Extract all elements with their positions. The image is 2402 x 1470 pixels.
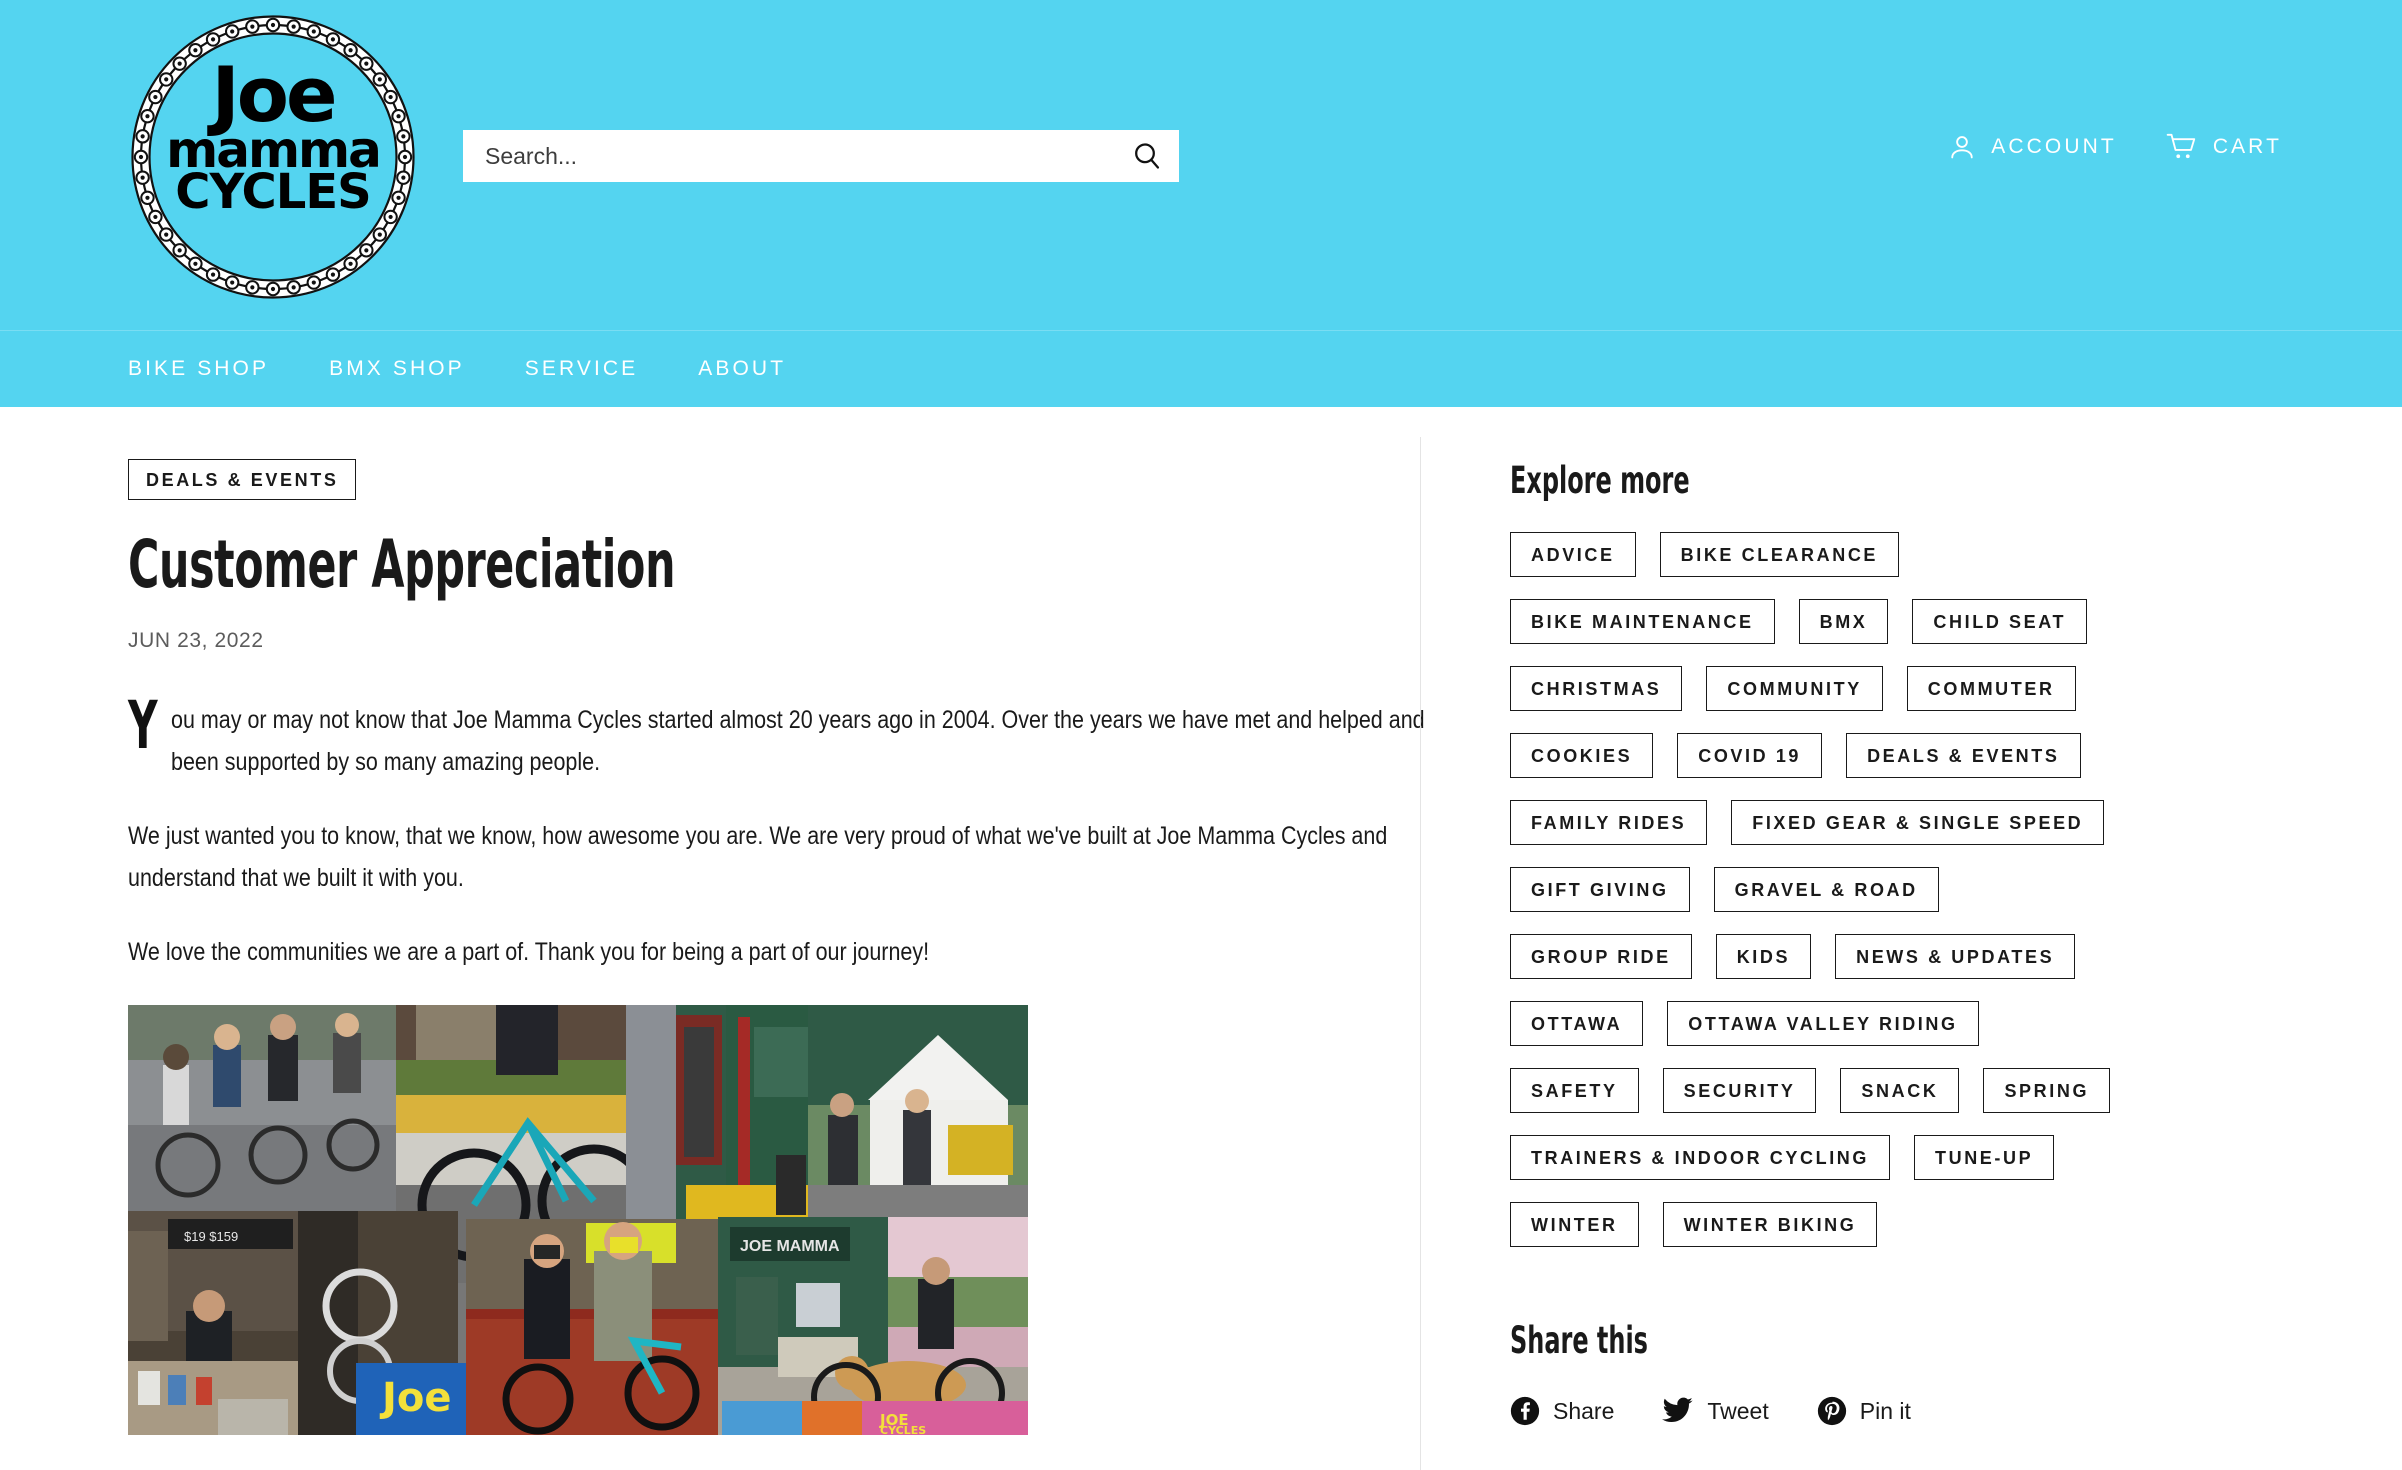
article-paragraph-1-text: ou may or may not know that Joe Mamma Cy… [171, 706, 1425, 777]
share-twitter-link[interactable]: Tweet [1662, 1396, 1769, 1426]
account-link[interactable]: ACCOUNT [1947, 132, 2117, 162]
tag-pill[interactable]: GROUP RIDE [1510, 934, 1692, 979]
tag-pill[interactable]: GIFT GIVING [1510, 867, 1690, 912]
tag-pill[interactable]: TRAINERS & INDOOR CYCLING [1510, 1135, 1891, 1180]
tag-pill[interactable]: COMMUNITY [1706, 666, 1883, 711]
nav-item-about[interactable]: ABOUT [698, 357, 786, 381]
tag-pill[interactable]: SAFETY [1510, 1068, 1639, 1113]
tag-pill[interactable]: TUNE-UP [1914, 1135, 2055, 1180]
tag-pill[interactable]: WINTER [1510, 1202, 1639, 1247]
header-actions: ACCOUNT CART [1947, 132, 2282, 162]
explore-more-heading: Explore more [1510, 459, 1690, 502]
search-icon [1135, 143, 1160, 169]
facebook-icon [1510, 1396, 1540, 1426]
photo-mural-strip: JOE CYCLES [722, 1401, 1028, 1436]
nav-item-bmx-shop[interactable]: BMX SHOP [329, 357, 465, 381]
account-label: ACCOUNT [1991, 135, 2117, 158]
tag-pill[interactable]: FIXED GEAR & SINGLE SPEED [1731, 800, 2105, 845]
share-facebook-label: Share [1553, 1397, 1615, 1424]
share-pinterest-link[interactable]: Pin it [1817, 1396, 1911, 1426]
tag-pill[interactable]: FAMILY RIDES [1510, 800, 1708, 845]
tag-pill[interactable]: GRAVEL & ROAD [1713, 867, 1939, 912]
article-date: JUN 23, 2022 [128, 629, 264, 653]
article-category-badge[interactable]: DEALS & EVENTS [128, 459, 357, 500]
collage-photo-mural-strip: JOE CYCLES [722, 1401, 1028, 1436]
tag-pill[interactable]: SECURITY [1662, 1068, 1817, 1113]
site-header: Joe mamma CYCLES ACCOUNT [0, 0, 2402, 330]
tag-pill[interactable]: WINTER BIKING [1662, 1202, 1878, 1247]
tag-pill[interactable]: BIKE MAINTENANCE [1510, 599, 1775, 644]
main-navigation: BIKE SHOP BMX SHOP SERVICE ABOUT [0, 330, 2402, 407]
twitter-icon [1662, 1397, 1694, 1422]
sidebar: Explore more ADVICE BIKE CLEARANCE BIKE MA… [1420, 407, 2402, 1470]
share-links: Share Tweet Pin it [1510, 1396, 2302, 1426]
tag-pill[interactable]: SPRING [1983, 1068, 2111, 1113]
collage-photo-two-riders [466, 1219, 728, 1436]
search-submit-button[interactable] [1115, 130, 1179, 182]
logo-line-1: Joe [211, 50, 337, 139]
article-paragraph-3: We love the communities we are a part of… [128, 938, 930, 967]
tag-pill[interactable]: KIDS [1715, 934, 1812, 979]
tag-pill[interactable]: OTTAWA VALLEY RIDING [1667, 1001, 1979, 1046]
tag-pill[interactable]: COMMUTER [1906, 666, 2076, 711]
share-facebook-link[interactable]: Share [1510, 1396, 1614, 1426]
article-paragraph-2: We just wanted you to know, that we know… [128, 822, 1388, 893]
tag-cloud: ADVICE BIKE CLEARANCE BIKE MAINTENANCE BMX C… [1510, 532, 2130, 1247]
cart-link[interactable]: CART [2165, 132, 2282, 162]
article-paragraph-1: You may or may not know that Joe Mamma C… [128, 687, 1470, 783]
logo-wordmark: Joe mamma CYCLES [128, 50, 418, 221]
tag-pill[interactable]: OTTAWA [1510, 1001, 1644, 1046]
svg-text:CYCLES: CYCLES [880, 1424, 926, 1435]
search-input[interactable] [463, 130, 1115, 182]
share-this-heading: Share this [1510, 1319, 1648, 1362]
tag-pill[interactable]: CHRISTMAS [1510, 666, 1683, 711]
tag-pill[interactable]: COVID 19 [1677, 733, 1823, 778]
page-title: Customer Appreciation [128, 526, 676, 603]
tag-pill[interactable]: NEWS & UPDATES [1835, 934, 2076, 979]
page-content: DEALS & EVENTS Customer Appreciation JUN… [0, 407, 2402, 1470]
article-body: You may or may not know that Joe Mamma C… [128, 687, 1473, 973]
tag-pill[interactable]: ADVICE [1510, 532, 1636, 577]
tag-pill[interactable]: BIKE CLEARANCE [1659, 532, 1900, 577]
nav-item-bike-shop[interactable]: BIKE SHOP [128, 357, 269, 381]
article-image-collage: $19 $159 Joe JOE MAMMA JOE CYCLES [128, 1005, 1028, 1436]
article-dropcap: Y [128, 687, 158, 765]
share-pinterest-label: Pin it [1859, 1397, 1911, 1424]
logo-line-3: CYCLES [175, 164, 371, 221]
article: DEALS & EVENTS Customer Appreciation JUN… [0, 407, 1425, 1436]
search-bar[interactable] [463, 130, 1179, 182]
tag-pill[interactable]: BMX [1798, 599, 1889, 644]
shopping-cart-icon [2166, 133, 2195, 159]
cart-label: CART [2212, 135, 2282, 158]
tag-pill[interactable]: DEALS & EVENTS [1846, 733, 2081, 778]
user-icon [1951, 136, 1973, 159]
site-logo[interactable]: Joe mamma CYCLES [128, 12, 418, 302]
svg-text:$19 $159: $19 $159 [184, 1229, 238, 1244]
tag-pill[interactable]: COOKIES [1510, 733, 1654, 778]
svg-text:JOE MAMMA: JOE MAMMA [740, 1238, 840, 1255]
photo-two-riders [466, 1219, 728, 1436]
svg-text:Joe: Joe [379, 1375, 452, 1421]
tag-pill[interactable]: CHILD SEAT [1912, 599, 2088, 644]
pinterest-icon [1817, 1396, 1846, 1426]
tag-pill[interactable]: SNACK [1840, 1068, 1960, 1113]
nav-item-service[interactable]: SERVICE [525, 357, 639, 381]
share-twitter-label: Tweet [1707, 1397, 1769, 1424]
